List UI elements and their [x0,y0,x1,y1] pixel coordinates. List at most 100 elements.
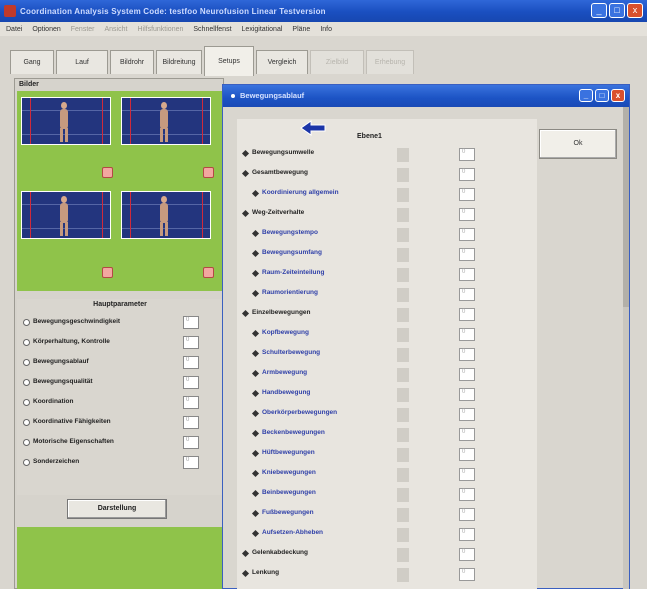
criteria-row[interactable]: Aufsetzen-Abheben 0 [237,527,537,543]
param-row[interactable]: Körperhaltung, Kontrolle 0 [23,336,219,349]
param-input[interactable]: 0 [183,396,199,409]
menu-item-info[interactable]: Info [320,26,332,33]
radio-button[interactable] [23,419,30,426]
criteria-input[interactable]: 0 [459,248,475,261]
dialog-scrollbar[interactable] [623,107,629,589]
criteria-list[interactable]: Ebene1 Bewegungsumwelle 0 Gesamtbewegung 0 K… [237,119,537,589]
criteria-row[interactable]: Bewegungsumfang 0 [237,247,537,263]
menu-item-fenster[interactable]: Fenster [71,26,95,33]
video-frame-3[interactable] [21,191,111,239]
criteria-input[interactable]: 0 [459,228,475,241]
criteria-row[interactable]: Lenkung 0 [237,567,537,583]
criteria-input[interactable]: 0 [459,488,475,501]
param-input[interactable]: 0 [183,376,199,389]
criteria-input[interactable]: 0 [459,448,475,461]
param-row[interactable]: Sonderzeichen 0 [23,456,219,469]
criteria-input[interactable]: 0 [459,388,475,401]
criteria-input[interactable]: 0 [459,188,475,201]
menu-item-hilfsfunktionen[interactable]: Hilfsfunktionen [137,26,183,33]
criteria-row[interactable]: Beinbewegungen 0 [237,487,537,503]
menu-item-schnellfenst[interactable]: Schnellfenst [193,26,231,33]
param-row[interactable]: Motorische Eigenschaften 0 [23,436,219,449]
param-input[interactable]: 0 [183,356,199,369]
back-arrow-icon[interactable] [299,119,327,137]
radio-button[interactable] [23,379,30,386]
darstellung-button[interactable]: Darstellung [67,499,167,519]
criteria-input[interactable]: 0 [459,268,475,281]
criteria-input[interactable]: 0 [459,408,475,421]
menu-item-plaene[interactable]: Pläne [292,26,310,33]
tab-zielbild[interactable]: Zielbild [310,50,364,74]
menu-item-optionen[interactable]: Optionen [32,26,60,33]
tab-erhebung[interactable]: Erhebung [366,50,414,74]
tab-gang[interactable]: Gang [10,50,54,74]
criteria-row[interactable]: Fußbewegungen 0 [237,507,537,523]
record-icon[interactable] [102,267,113,278]
record-icon[interactable] [102,167,113,178]
radio-button[interactable] [23,399,30,406]
criteria-row[interactable]: Armbewegung 0 [237,367,537,383]
param-input[interactable]: 0 [183,436,199,449]
criteria-input[interactable]: 0 [459,368,475,381]
criteria-row[interactable]: Gesamtbewegung 0 [237,167,537,183]
video-frame-4[interactable] [121,191,211,239]
criteria-row[interactable]: Schulterbewegung 0 [237,347,537,363]
criteria-input[interactable]: 0 [459,288,475,301]
criteria-row[interactable]: Kopfbewegung 0 [237,327,537,343]
minimize-icon[interactable]: _ [579,89,593,102]
maximize-icon[interactable]: □ [595,89,609,102]
param-input[interactable]: 0 [183,336,199,349]
video-frame-2[interactable] [121,97,211,145]
criteria-input[interactable]: 0 [459,528,475,541]
criteria-row[interactable]: Einzelbewegungen 0 [237,307,537,323]
criteria-row[interactable]: Beckenbewegungen 0 [237,427,537,443]
tab-setups[interactable]: Setups [204,46,254,76]
tab-bildreitung[interactable]: Bildreitung [156,50,202,74]
radio-button[interactable] [23,459,30,466]
criteria-row[interactable]: Koordinierung allgemein 0 [237,187,537,203]
radio-button[interactable] [23,359,30,366]
menu-item-lexigitational[interactable]: Lexigitational [242,26,283,33]
criteria-row[interactable]: Hüftbewegungen 0 [237,447,537,463]
criteria-row[interactable]: Handbewegung 0 [237,387,537,403]
criteria-input[interactable]: 0 [459,168,475,181]
maximize-icon[interactable]: □ [609,3,625,18]
criteria-input[interactable]: 0 [459,508,475,521]
record-icon[interactable] [203,167,214,178]
close-icon[interactable]: x [627,3,643,18]
tab-lauf[interactable]: Lauf [56,50,108,74]
criteria-row[interactable]: Weg-Zeitverhalte 0 [237,207,537,223]
param-input[interactable]: 0 [183,416,199,429]
menu-item-ansicht[interactable]: Ansicht [105,26,128,33]
param-row[interactable]: Bewegungsqualität 0 [23,376,219,389]
criteria-row[interactable]: Raum-Zeiteinteilung 0 [237,267,537,283]
menu-item-datei[interactable]: Datei [6,26,22,33]
criteria-input[interactable]: 0 [459,548,475,561]
radio-button[interactable] [23,319,30,326]
criteria-input[interactable]: 0 [459,148,475,161]
criteria-input[interactable]: 0 [459,468,475,481]
close-icon[interactable]: x [611,89,625,102]
criteria-input[interactable]: 0 [459,208,475,221]
tab-bildrohr[interactable]: Bildrohr [110,50,154,74]
video-frame-1[interactable] [21,97,111,145]
param-input[interactable]: 0 [183,316,199,329]
criteria-row[interactable]: Kniebewegungen 0 [237,467,537,483]
criteria-input[interactable]: 0 [459,428,475,441]
radio-button[interactable] [23,439,30,446]
criteria-row[interactable]: Oberkörperbewegungen 0 [237,407,537,423]
minimize-icon[interactable]: _ [591,3,607,18]
param-row[interactable]: Bewegungsgeschwindigkeit 0 [23,316,219,329]
param-row[interactable]: Koordinative Fähigkeiten 0 [23,416,219,429]
param-row[interactable]: Bewegungsablauf 0 [23,356,219,369]
param-row[interactable]: Koordination 0 [23,396,219,409]
criteria-row[interactable]: Bewegungstempo 0 [237,227,537,243]
criteria-row[interactable]: Gelenkabdeckung 0 [237,547,537,563]
criteria-row[interactable]: Raumorientierung 0 [237,287,537,303]
criteria-row[interactable]: Bewegungsumwelle 0 [237,147,537,163]
criteria-input[interactable]: 0 [459,348,475,361]
radio-button[interactable] [23,339,30,346]
record-icon[interactable] [203,267,214,278]
criteria-input[interactable]: 0 [459,308,475,321]
param-input[interactable]: 0 [183,456,199,469]
